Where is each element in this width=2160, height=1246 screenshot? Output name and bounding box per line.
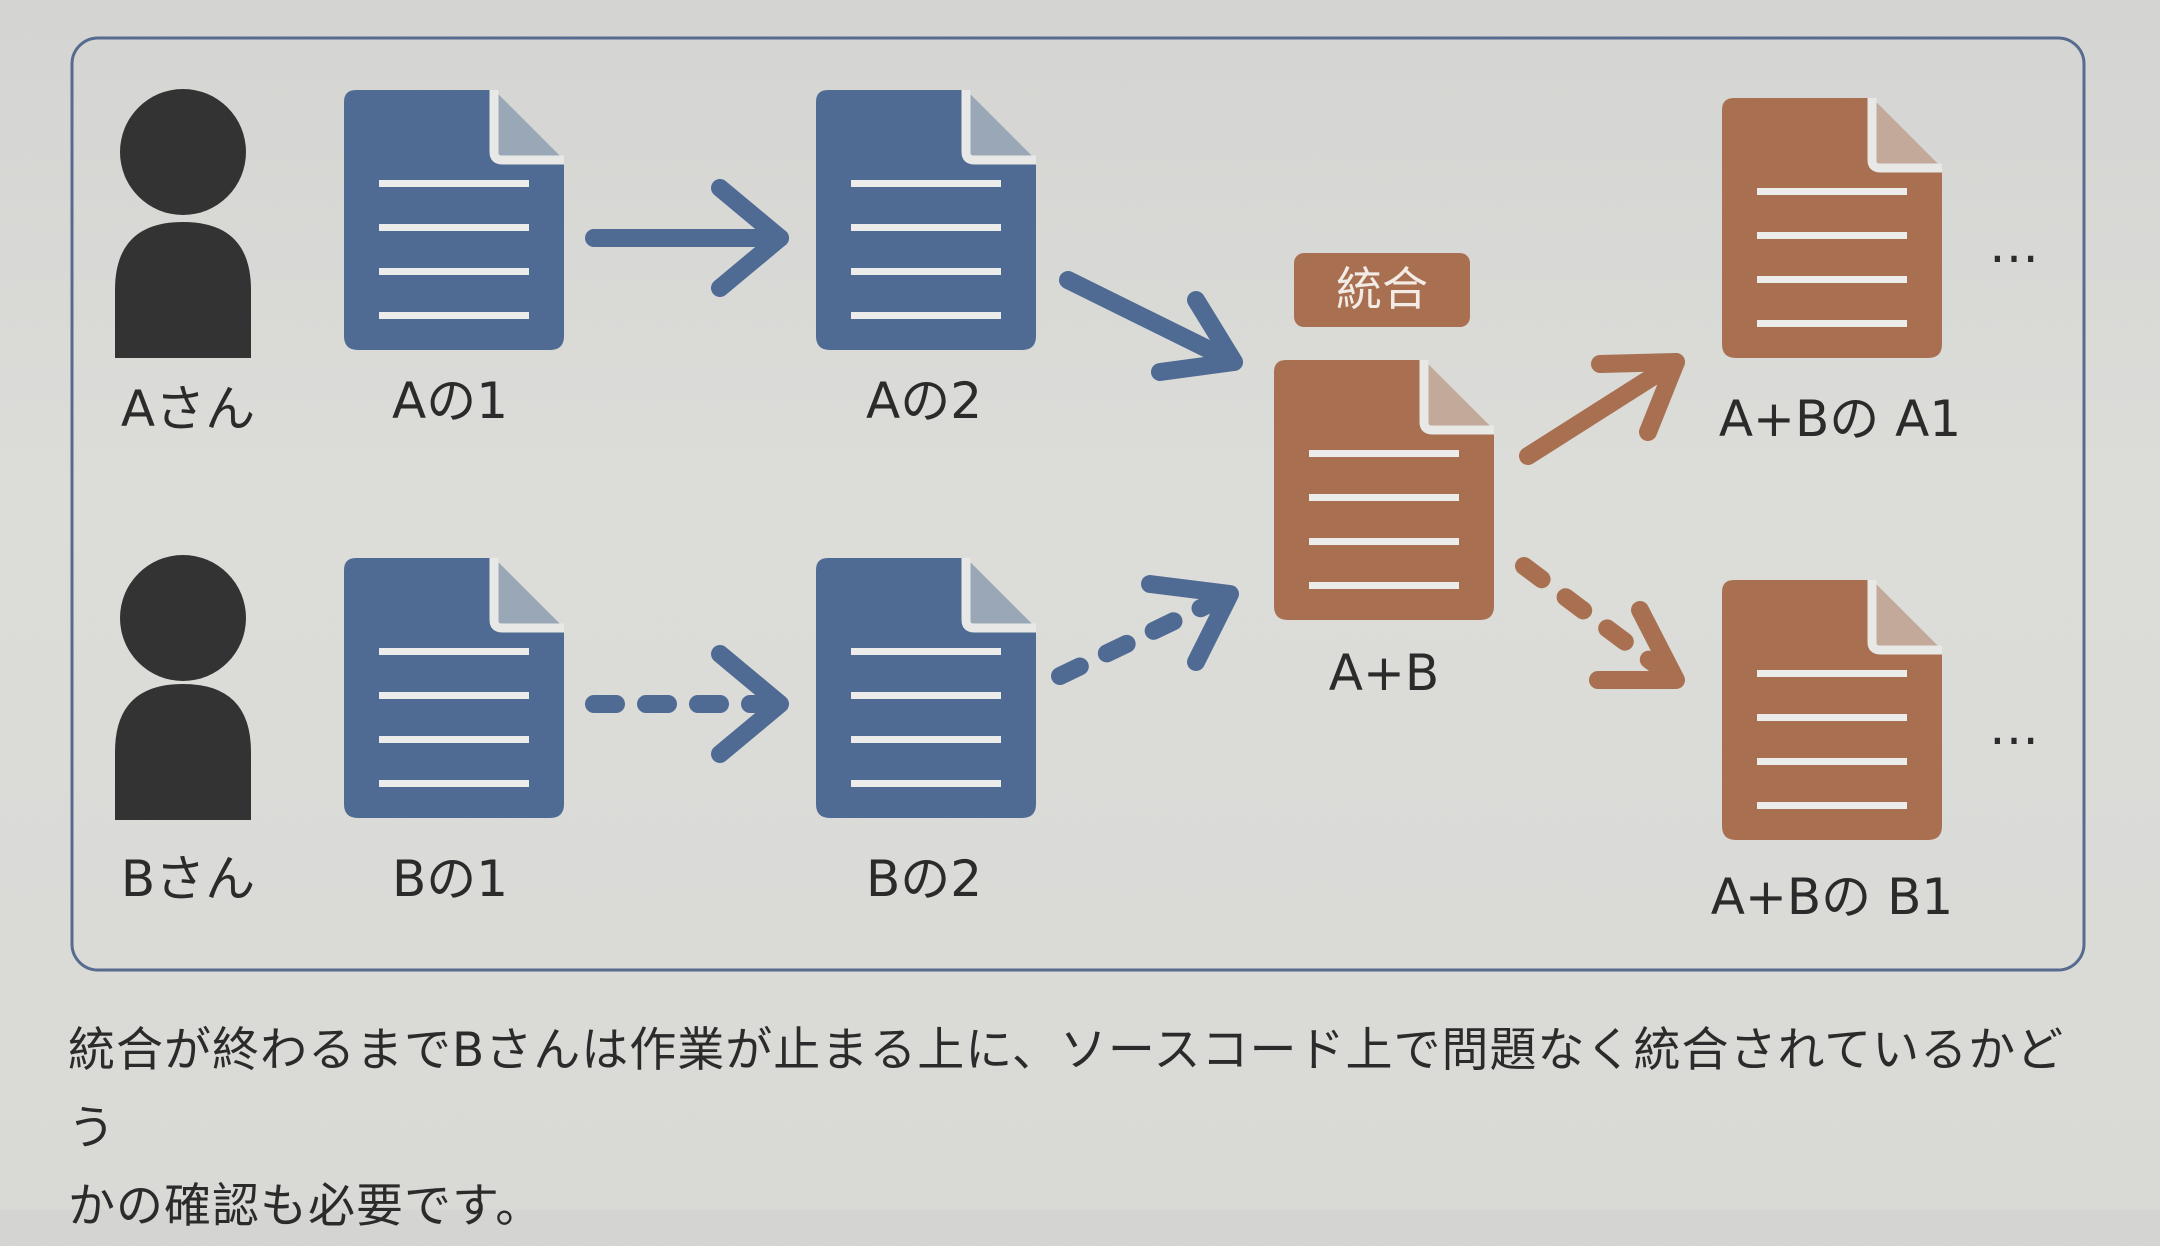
doc-a1-icon [344, 90, 564, 350]
person-a-label: Aさん [121, 380, 255, 438]
ellipsis-top: … [1989, 216, 2039, 274]
ellipsis-bottom: … [1989, 698, 2039, 756]
caption-line-2: かの確認も必要です。 [68, 1179, 544, 1234]
doc-a2-label: Aの2 [866, 372, 982, 430]
arrow-a1-to-a2 [585, 179, 789, 297]
arrow-merge-to-ab-a1 [1519, 353, 1685, 465]
doc-ab-a1-label: A+Bの A1 [1719, 390, 1961, 448]
arrow-b2-to-merge-dashed [1051, 575, 1239, 685]
doc-a1-label: Aの1 [392, 372, 508, 430]
arrow-a2-to-merge [1059, 271, 1243, 381]
caption-line-1: 統合が終わるまでBさんは作業が止まる上に、ソースコード上で問題なく統合されている… [68, 1023, 2065, 1156]
doc-ab-b1-label: A+Bの B1 [1711, 868, 1953, 926]
person-b-icon [115, 555, 251, 820]
doc-b2-icon [816, 558, 1036, 818]
person-a-icon [115, 89, 251, 358]
person-b-label: Bさん [121, 850, 255, 908]
doc-ab-a1-icon [1722, 98, 1942, 358]
doc-merged-label: A+B [1329, 644, 1439, 702]
doc-a2-icon [816, 90, 1036, 350]
merge-badge-label: 統合 [1336, 262, 1428, 316]
doc-b2-label: Bの2 [866, 850, 982, 908]
arrow-merge-to-ab-b1-dashed [1515, 557, 1685, 689]
doc-b1-label: Bの1 [392, 850, 508, 908]
doc-b1-icon [344, 558, 564, 818]
doc-merged-icon [1274, 360, 1494, 620]
arrow-b1-to-b2-dashed [585, 645, 789, 763]
doc-ab-b1-icon [1722, 580, 1942, 840]
caption: 統合が終わるまでBさんは作業が止まる上に、ソースコード上で問題なく統合されている… [68, 1012, 2108, 1246]
